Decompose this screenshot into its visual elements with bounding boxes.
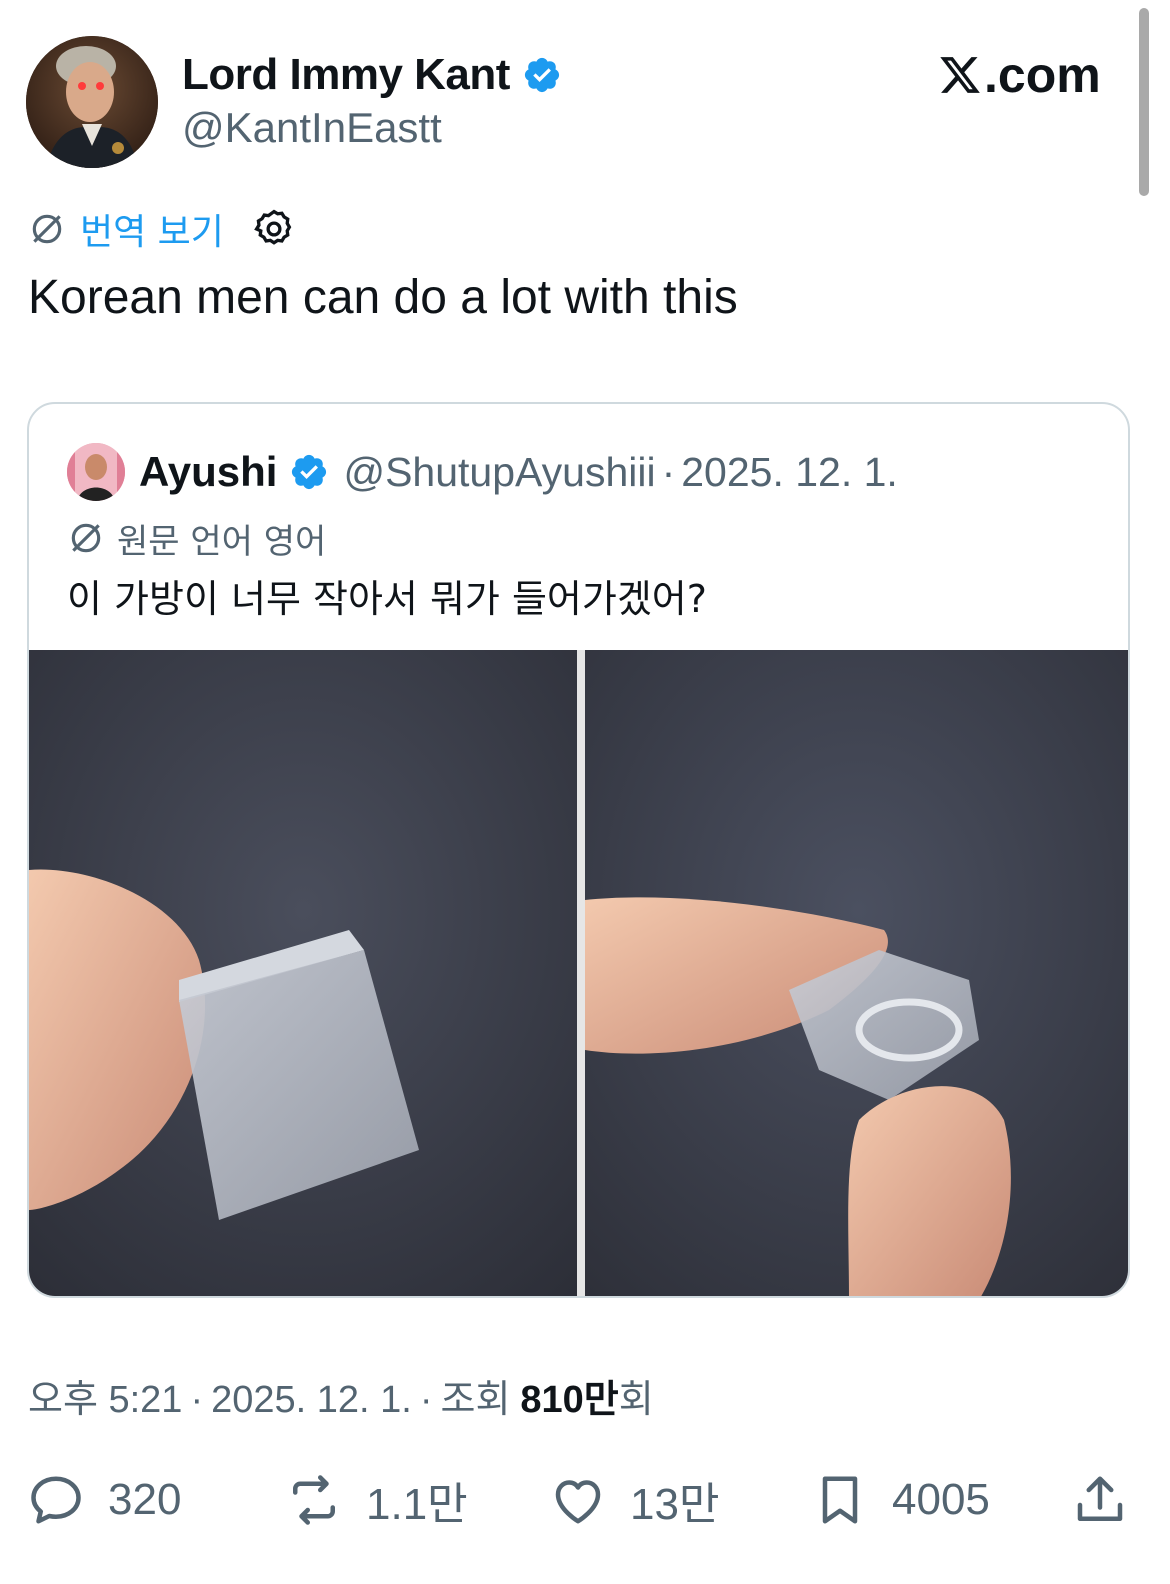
show-translation-link[interactable]: 번역 보기 [80,203,224,255]
tweet-text: Korean men can do a lot with this [28,271,738,324]
separator-dot: · [190,1379,204,1421]
like-count: 13만 [630,1480,720,1529]
views-label: 조회 [440,1379,511,1421]
translate-globe-icon [32,214,62,244]
author-avatar[interactable] [26,36,158,168]
portrait-image [26,36,158,168]
original-language-note: 원문 언어 영어 [117,521,327,562]
separator-dot: · [661,448,676,495]
reply-button[interactable]: 320 [26,1460,181,1540]
repost-icon [293,1475,335,1525]
bookmark-icon [822,1476,858,1524]
verified-badge-icon [524,57,560,93]
action-bar: 320 1.1만 13만 4005 [0,1460,1170,1550]
bookmark-count: 4005 [892,1475,990,1524]
author-handle[interactable]: @KantInEastt [182,104,442,152]
share-icon [1077,1476,1123,1521]
x-logo-icon [940,57,980,93]
translate-globe-icon [71,523,101,553]
quoted-avatar-image [67,443,125,501]
bookmark-button[interactable]: 4005 [810,1460,990,1540]
reply-icon [31,1476,81,1524]
like-button[interactable]: 13만 [548,1460,719,1540]
views-suffix: 회 [618,1379,654,1421]
repost-button[interactable]: 1.1만 [284,1460,468,1540]
repost-count: 1.1만 [366,1480,468,1529]
quoted-author-avatar[interactable] [67,443,125,501]
tweet-date[interactable]: 2025. 12. 1. [211,1379,412,1422]
site-domain: .com [984,47,1101,103]
gear-icon[interactable] [252,207,296,251]
tweet-header: Lord Immy Kant @KantInEastt .com [0,0,1170,190]
translate-row: 번역 보기 [28,203,296,255]
quoted-author-display-name[interactable]: Ayushi [139,448,277,496]
site-logo: .com [938,46,1101,104]
quoted-tweet-card[interactable]: Ayushi @ShutupAyushiii · 2025. 12. 1. 원문… [27,402,1130,1298]
quoted-tweet-text: 이 가방이 너무 작아서 뭐가 들어가겠어? [67,577,707,621]
views-count: 810만 [520,1379,619,1421]
verified-badge-icon [292,454,327,490]
tweet-time: 오후 5:21 [28,1379,183,1421]
quoted-tweet-date: 2025. 12. 1. [681,448,898,495]
share-button[interactable] [1070,1460,1130,1540]
separator-dot: · [419,1379,433,1421]
reply-count: 320 [108,1475,182,1524]
quoted-tweet-image[interactable] [29,650,1130,1298]
author-display-name[interactable]: Lord Immy Kant [182,50,510,100]
tweet-meta: 오후 5:21 · 2025. 12. 1. · 조회 810만 회 [28,1368,654,1423]
quoted-author-handle[interactable]: @ShutupAyushiii [343,449,655,496]
heart-icon [555,1480,601,1524]
